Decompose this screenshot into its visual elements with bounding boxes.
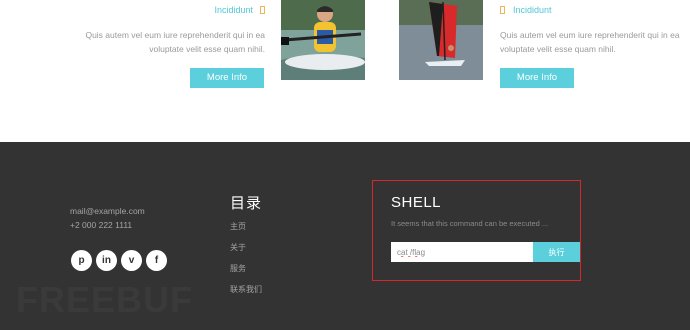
kayaker-photo bbox=[281, 0, 365, 80]
shell-panel: SHELL It seems that this command can be … bbox=[372, 180, 581, 281]
tag-icon bbox=[500, 6, 505, 14]
shell-description: It seems that this command can be execut… bbox=[391, 219, 549, 228]
footer: mail@example.com +2 000 222 1111 p in v … bbox=[0, 142, 690, 330]
menu-item-home[interactable]: 主页 bbox=[230, 220, 262, 241]
feature-category[interactable]: Incididunt bbox=[214, 5, 265, 15]
feature-card-right: Incididunt Quis autem vel eum iure repre… bbox=[500, 0, 690, 100]
description-line: Quis autem vel eum iure reprehenderit qu… bbox=[500, 30, 680, 40]
more-info-button[interactable]: More Info bbox=[190, 68, 264, 88]
description-line: voluptate velit esse quam nihil. bbox=[149, 44, 265, 54]
description-line: Quis autem vel eum iure reprehenderit qu… bbox=[85, 30, 265, 40]
social-links: p in v f bbox=[71, 250, 167, 271]
freebuf-watermark: FREEBUF bbox=[16, 279, 193, 320]
execute-button[interactable]: 执行 bbox=[533, 242, 580, 262]
shell-title: SHELL bbox=[391, 194, 442, 211]
email-link[interactable]: mail@example.com bbox=[70, 204, 145, 218]
windsurfer-photo bbox=[399, 0, 483, 80]
phone-number: +2 000 222 1111 bbox=[70, 220, 133, 230]
description-line: voluptate velit esse quam nihil. bbox=[500, 44, 616, 54]
vimeo-icon[interactable]: v bbox=[121, 250, 142, 271]
pinterest-icon[interactable]: p bbox=[71, 250, 92, 271]
contact-info: mail@example.com +2 000 222 1111 bbox=[70, 204, 145, 232]
facebook-icon[interactable]: f bbox=[146, 250, 167, 271]
command-input[interactable] bbox=[391, 242, 533, 262]
tag-icon bbox=[260, 6, 265, 14]
feature-description: Quis autem vel eum iure reprehenderit qu… bbox=[500, 28, 685, 56]
linkedin-icon[interactable]: in bbox=[96, 250, 117, 271]
menu-item-contact[interactable]: 联系我们 bbox=[230, 283, 262, 304]
footer-menu: 目录 主页 关于 服务 联系我们 bbox=[230, 192, 262, 304]
feature-description: Quis autem vel eum iure reprehenderit qu… bbox=[75, 28, 265, 56]
menu-item-services[interactable]: 服务 bbox=[230, 262, 262, 283]
category-label[interactable]: Incididunt bbox=[214, 5, 253, 15]
category-label[interactable]: Incididunt bbox=[513, 5, 552, 15]
feature-card-left: Incididunt Quis autem vel eum iure repre… bbox=[60, 0, 270, 100]
more-info-button[interactable]: More Info bbox=[500, 68, 574, 88]
menu-item-about[interactable]: 关于 bbox=[230, 241, 262, 262]
feature-category[interactable]: Incididunt bbox=[500, 5, 552, 15]
features-section: Incididunt Quis autem vel eum iure repre… bbox=[0, 0, 690, 142]
menu-title: 目录 bbox=[230, 195, 263, 212]
